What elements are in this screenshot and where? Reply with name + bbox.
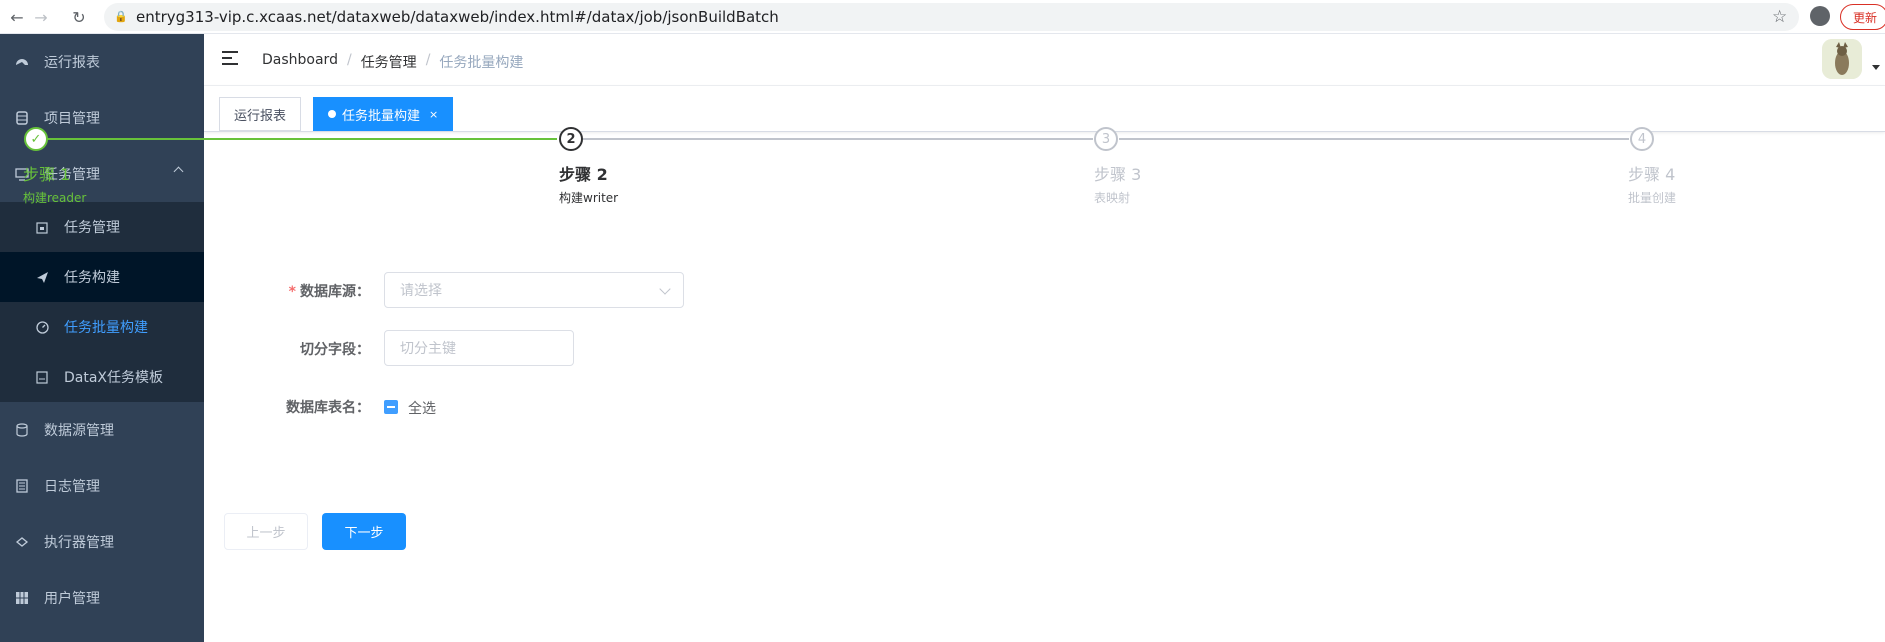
calendar-icon bbox=[34, 219, 50, 235]
table-names-label: 数据库表名： bbox=[286, 400, 370, 416]
steps: ✓ 步骤 1 构建reader 2 步骤 2 构建writer 3 步骤 3 表… bbox=[19, 121, 1681, 221]
caret-down-icon[interactable] bbox=[1872, 65, 1880, 70]
close-icon[interactable]: × bbox=[429, 108, 438, 121]
step-2-number: 2 bbox=[559, 127, 583, 151]
breadcrumb-separator: / bbox=[425, 52, 431, 68]
sidebar-subitem-label: 任务构建 bbox=[64, 270, 120, 286]
step-4-title: 步骤 4 bbox=[1628, 165, 1676, 184]
navbar: Dashboard / 任务管理 / 任务批量构建 bbox=[204, 34, 1885, 86]
step-1-title: 步骤 1 bbox=[23, 165, 71, 184]
step-1-desc: 构建reader bbox=[23, 191, 87, 205]
breadcrumb-item-tasks[interactable]: 任务管理 bbox=[361, 52, 417, 72]
step-1-check-icon: ✓ bbox=[24, 127, 48, 151]
sidebar-item-users[interactable]: 用户管理 bbox=[0, 570, 204, 626]
step-3-desc: 表映射 bbox=[1094, 191, 1131, 205]
datasource-select[interactable]: 请选择 bbox=[384, 272, 684, 308]
step-connector bbox=[583, 138, 1093, 140]
chevron-down-icon bbox=[659, 283, 671, 295]
sidebar-item-label: 执行器管理 bbox=[44, 535, 114, 551]
forward-icon[interactable]: → bbox=[26, 2, 56, 32]
lock-icon: 🔒 bbox=[114, 10, 128, 23]
step-4-number: 4 bbox=[1630, 127, 1654, 151]
sidebar-item-dashboard[interactable]: 运行报表 bbox=[0, 34, 204, 90]
next-step-button[interactable]: 下一步 bbox=[322, 513, 406, 550]
update-button[interactable]: 更新 bbox=[1840, 4, 1885, 30]
sidebar-subitem-label: 任务批量构建 bbox=[64, 320, 148, 336]
split-field-label: 切分字段： bbox=[300, 342, 370, 358]
dashboard-icon bbox=[14, 54, 30, 70]
check-all-label[interactable]: 全选 bbox=[408, 398, 436, 418]
breadcrumb-item-dashboard[interactable]: Dashboard bbox=[262, 52, 338, 72]
executor-icon bbox=[14, 534, 30, 550]
step-2-title: 步骤 2 bbox=[559, 165, 608, 184]
prev-step-button[interactable]: 上一步 bbox=[224, 513, 308, 550]
log-icon bbox=[14, 478, 30, 494]
step-3-number: 3 bbox=[1094, 127, 1118, 151]
step-3-title: 步骤 3 bbox=[1094, 165, 1142, 184]
sidebar-item-label: 运行报表 bbox=[44, 55, 100, 71]
breadcrumb: Dashboard / 任务管理 / 任务批量构建 bbox=[262, 52, 523, 72]
browser-toolbar: ← → ↻ 🔒 entryg313-vip.c.xcaas.net/dataxw… bbox=[0, 0, 1885, 34]
datasource-label-text: 数据库源： bbox=[300, 284, 370, 300]
sidebar-item-executors[interactable]: 执行器管理 bbox=[0, 514, 204, 570]
sidebar-subitem-label: DataX任务模板 bbox=[64, 370, 164, 386]
sidebar-item-label: 日志管理 bbox=[44, 479, 100, 495]
required-mark: * bbox=[288, 284, 296, 300]
user-grid-icon bbox=[14, 590, 30, 606]
datasource-placeholder: 请选择 bbox=[400, 283, 442, 299]
active-dot-icon bbox=[328, 110, 336, 118]
hamburger-icon[interactable] bbox=[222, 51, 238, 65]
url-text: entryg313-vip.c.xcaas.net/dataxweb/datax… bbox=[136, 8, 779, 26]
sidebar-item-label: 数据源管理 bbox=[44, 423, 114, 439]
sidebar-subitem-task-build[interactable]: 任务构建 bbox=[0, 252, 204, 302]
sidebar-item-label: 用户管理 bbox=[44, 591, 100, 607]
check-all-checkbox[interactable] bbox=[384, 400, 398, 414]
step-connector bbox=[47, 138, 557, 140]
step-connector bbox=[1119, 138, 1629, 140]
sidebar-subitem-datax-template[interactable]: DataX任务模板 bbox=[0, 352, 204, 402]
datasource-label: * 数据库源： bbox=[240, 281, 370, 301]
template-icon bbox=[34, 369, 50, 385]
bookmark-star-icon[interactable]: ☆ bbox=[1772, 7, 1787, 27]
datasource-icon bbox=[14, 422, 30, 438]
avatar[interactable] bbox=[1822, 39, 1862, 79]
sidebar-subitem-task-batch-build[interactable]: 任务批量构建 bbox=[0, 302, 204, 352]
step-4-desc: 批量创建 bbox=[1628, 191, 1677, 205]
breadcrumb-item-current: 任务批量构建 bbox=[439, 55, 524, 71]
breadcrumb-separator: / bbox=[346, 52, 352, 68]
batch-icon bbox=[34, 319, 50, 335]
sidebar-item-datasource[interactable]: 数据源管理 bbox=[0, 402, 204, 458]
send-icon bbox=[34, 269, 50, 285]
account-icon[interactable] bbox=[1810, 6, 1830, 26]
step-2-desc: 构建writer bbox=[559, 191, 619, 205]
split-field-placeholder: 切分主键 bbox=[400, 341, 456, 357]
split-field-input[interactable]: 切分主键 bbox=[384, 330, 574, 366]
reload-icon[interactable]: ↻ bbox=[64, 2, 94, 32]
address-bar[interactable]: 🔒 entryg313-vip.c.xcaas.net/dataxweb/dat… bbox=[104, 3, 1799, 31]
sidebar-item-logs[interactable]: 日志管理 bbox=[0, 458, 204, 514]
